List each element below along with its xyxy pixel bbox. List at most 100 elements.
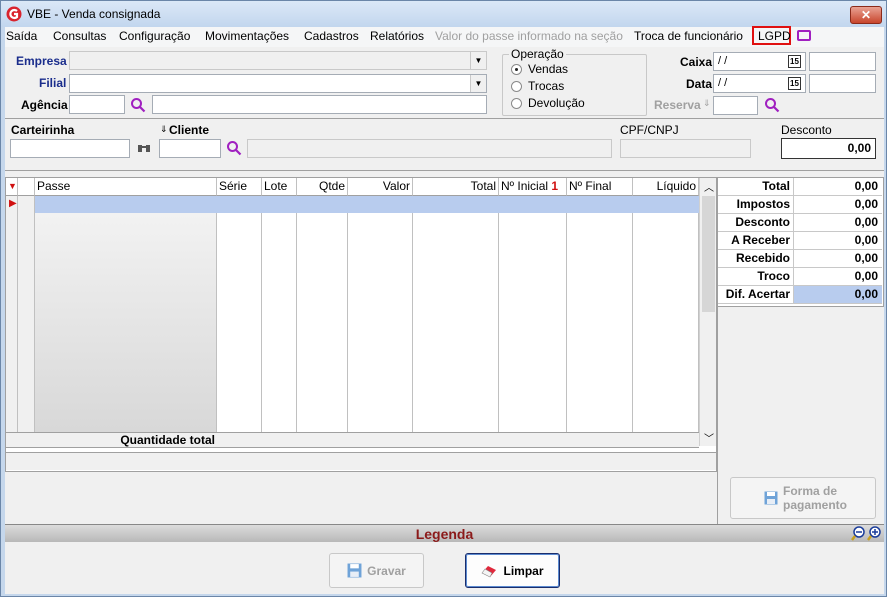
search-icon[interactable] <box>130 97 146 113</box>
menu-movimentacoes[interactable]: Movimentações <box>205 29 289 43</box>
impostos-value: 0,00 <box>794 196 882 214</box>
title-bar[interactable]: VBE - Venda consignada ✕ <box>1 1 886 27</box>
impostos-label: Impostos <box>718 196 794 214</box>
monitor-icon[interactable] <box>797 30 811 41</box>
col-passe[interactable]: Passe <box>35 178 217 196</box>
current-row-icon: ▶ <box>9 198 17 209</box>
totals-panel: Total 0,00 Impostos 0,00 Desconto 0,00 A… <box>717 177 884 307</box>
search-icon[interactable] <box>226 140 242 156</box>
radio-devolucao[interactable] <box>511 98 522 109</box>
zoom-out-icon[interactable] <box>851 526 865 541</box>
cpf-field <box>620 139 751 158</box>
cliente-code-input[interactable] <box>159 139 221 158</box>
payment-area: Forma de pagamento <box>717 307 884 524</box>
reserva-label: Reserva <box>654 98 701 112</box>
filial-combo[interactable]: ▼ <box>69 74 487 93</box>
operacao-legend: Operação <box>509 47 566 61</box>
menu-relatorios[interactable]: Relatórios <box>370 29 424 43</box>
save-disk-icon <box>347 563 362 578</box>
calendar-icon[interactable]: 15 <box>788 55 801 68</box>
radio-trocas[interactable] <box>511 81 522 92</box>
save-button[interactable]: Gravar <box>329 553 424 588</box>
menu-cadastros[interactable]: Cadastros <box>304 29 359 43</box>
sort-down-icon: ⇓ <box>160 124 168 134</box>
cliente-name-field <box>247 139 612 158</box>
menu-consultas[interactable]: Consultas <box>53 29 106 43</box>
search-icon[interactable] <box>764 97 780 113</box>
carteirinha-input[interactable] <box>10 139 130 158</box>
col-valor[interactable]: Valor <box>348 178 413 196</box>
payment-label-line2: pagamento <box>783 498 848 512</box>
window-title: VBE - Venda consignada <box>27 7 161 21</box>
col-n-inicial[interactable]: Nº Inicial 1 <box>499 178 567 196</box>
radio-devolucao-label: Devolução <box>528 96 585 110</box>
row-indicator-column <box>6 196 18 432</box>
troco-label: Troco <box>718 268 794 286</box>
chevron-up-icon[interactable]: ︿ <box>704 179 714 194</box>
desconto-label: Desconto <box>781 123 832 137</box>
client-area: Saída Consultas Configuração Movimentaçõ… <box>5 26 884 594</box>
col-lote[interactable]: Lote <box>262 178 297 196</box>
carteirinha-label: Carteirinha <box>11 123 75 137</box>
payment-label-line1: Forma de <box>783 484 838 498</box>
payment-method-button[interactable]: Forma de pagamento <box>730 477 876 519</box>
app-logo-icon <box>6 6 22 22</box>
recebido-label: Recebido <box>718 250 794 268</box>
data-date-value: / / <box>718 77 728 89</box>
a-receber-label: A Receber <box>718 232 794 250</box>
data-extra-input[interactable] <box>809 74 876 93</box>
agencia-name-input[interactable] <box>152 95 487 114</box>
radio-vendas[interactable] <box>511 64 522 75</box>
scrollbar-thumb[interactable] <box>702 196 715 312</box>
total-label: Total <box>718 178 794 196</box>
qtde-column <box>297 196 348 432</box>
menu-troca-funcionario[interactable]: Troca de funcionário <box>634 29 743 43</box>
empresa-label: Empresa <box>16 54 67 68</box>
calendar-icon[interactable]: 15 <box>788 77 801 90</box>
items-grid[interactable]: ▼ Passe Série Lote Qtde Valor Total Nº I… <box>5 177 717 472</box>
total-column <box>413 196 499 432</box>
menu-saida[interactable]: Saída <box>6 29 37 43</box>
save-disk-icon <box>764 491 778 505</box>
binoculars-icon[interactable] <box>137 141 151 155</box>
desconto-total-label: Desconto <box>718 214 794 232</box>
recebido-value: 0,00 <box>794 250 882 268</box>
empresa-combo[interactable]: ▼ <box>69 51 487 70</box>
reserva-input[interactable] <box>713 96 758 115</box>
chevron-down-icon[interactable]: ▼ <box>470 52 486 69</box>
agencia-label: Agência <box>21 98 68 112</box>
operacao-group: Operação Vendas Trocas Devolução <box>502 47 647 116</box>
vertical-scrollbar[interactable]: ︿ ﹀ <box>699 178 716 446</box>
menu-valor-passe: Valor do passe informado na seção <box>435 29 623 43</box>
desconto-input[interactable]: 0,00 <box>781 138 876 159</box>
col-serie[interactable]: Série <box>217 178 262 196</box>
col-qtde[interactable]: Qtde <box>297 178 348 196</box>
clear-button[interactable]: Limpar <box>465 553 560 588</box>
chevron-down-icon[interactable]: ﹀ <box>704 430 714 445</box>
caixa-extra-input[interactable] <box>809 52 876 71</box>
legend-bar[interactable]: Legenda <box>5 524 884 542</box>
sort-down-icon: ⇓ <box>703 98 711 108</box>
grid-menu-icon[interactable]: ▼ <box>6 178 18 196</box>
agencia-code-input[interactable] <box>69 95 125 114</box>
customer-row: Carteirinha ⇓ Cliente CPF/CNPJ Desconto … <box>5 119 884 171</box>
total-value: 0,00 <box>794 178 882 196</box>
menu-lgpd[interactable]: LGPD <box>758 29 791 43</box>
troco-value: 0,00 <box>794 268 882 286</box>
clear-label: Limpar <box>503 563 544 578</box>
header-form: Empresa ▼ Filial ▼ Agência Operação Vend… <box>5 47 884 119</box>
zoom-in-icon[interactable] <box>867 526 881 541</box>
col-liquido[interactable]: Líquido <box>633 178 699 196</box>
table-row[interactable] <box>35 196 699 213</box>
chevron-down-icon[interactable]: ▼ <box>470 75 486 92</box>
n-inicial-column <box>499 196 567 432</box>
grid-header-spacer <box>18 178 35 196</box>
close-button[interactable]: ✕ <box>850 6 882 24</box>
radio-trocas-label: Trocas <box>528 79 565 93</box>
col-total[interactable]: Total <box>413 178 499 196</box>
menu-configuracao[interactable]: Configuração <box>119 29 190 43</box>
col-n-final[interactable]: Nº Final <box>567 178 633 196</box>
row-checkbox-column <box>18 196 35 432</box>
app-window: VBE - Venda consignada ✕ Saída Consultas… <box>0 0 887 597</box>
data-label: Data <box>686 77 713 91</box>
